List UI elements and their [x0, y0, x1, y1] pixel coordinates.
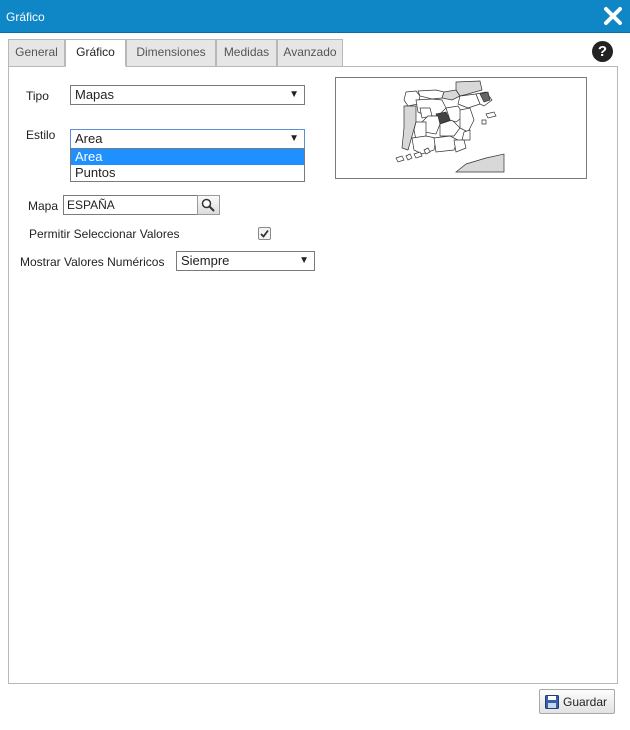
dropdown-arrow-icon: ▼: [299, 255, 309, 266]
estilo-dropdown-list: Area Puntos: [70, 148, 305, 182]
mostrar-valores-label: Mostrar Valores Numéricos: [20, 255, 165, 269]
mostrar-valores-value: Siempre: [181, 253, 230, 268]
help-icon[interactable]: ?: [592, 41, 613, 62]
mostrar-valores-select[interactable]: Siempre ▼: [176, 251, 315, 271]
tipo-select-value: Mapas: [75, 87, 115, 102]
tab-avanzado[interactable]: Avanzado: [277, 39, 343, 67]
estilo-select[interactable]: Area ▼: [70, 129, 305, 149]
window-titlebar: Gráfico: [0, 0, 630, 33]
dropdown-arrow-icon: ▼: [289, 89, 299, 100]
checkmark-icon: [260, 229, 269, 238]
dropdown-arrow-icon: ▼: [289, 133, 299, 144]
estilo-option-puntos[interactable]: Puntos: [71, 165, 304, 181]
map-preview: [335, 77, 587, 179]
tipo-select[interactable]: Mapas ▼: [70, 85, 305, 105]
mapa-search-button[interactable]: [197, 195, 220, 215]
spain-map-thumbnail: [395, 80, 505, 173]
permitir-seleccionar-label: Permitir Seleccionar Valores: [29, 227, 180, 241]
save-button-label: Guardar: [563, 695, 608, 709]
mapa-label: Mapa: [28, 199, 59, 213]
estilo-select-value: Area: [75, 131, 103, 146]
estilo-option-area[interactable]: Area: [71, 149, 304, 165]
search-icon: [201, 198, 215, 212]
permitir-seleccionar-checkbox[interactable]: [258, 227, 271, 240]
tab-dimensiones[interactable]: Dimensiones: [126, 39, 216, 67]
tab-medidas[interactable]: Medidas: [216, 39, 277, 67]
tab-general[interactable]: General: [8, 39, 65, 67]
mapa-input[interactable]: ESPAÑA: [63, 195, 198, 215]
estilo-label: Estilo: [26, 128, 56, 142]
floppy-disk-icon: [545, 695, 559, 709]
tab-grafico[interactable]: Gráfico: [65, 39, 126, 67]
tipo-label: Tipo: [26, 89, 49, 103]
save-button[interactable]: Guardar: [539, 689, 615, 714]
close-icon[interactable]: [602, 5, 624, 27]
window-title: Gráfico: [6, 10, 45, 24]
